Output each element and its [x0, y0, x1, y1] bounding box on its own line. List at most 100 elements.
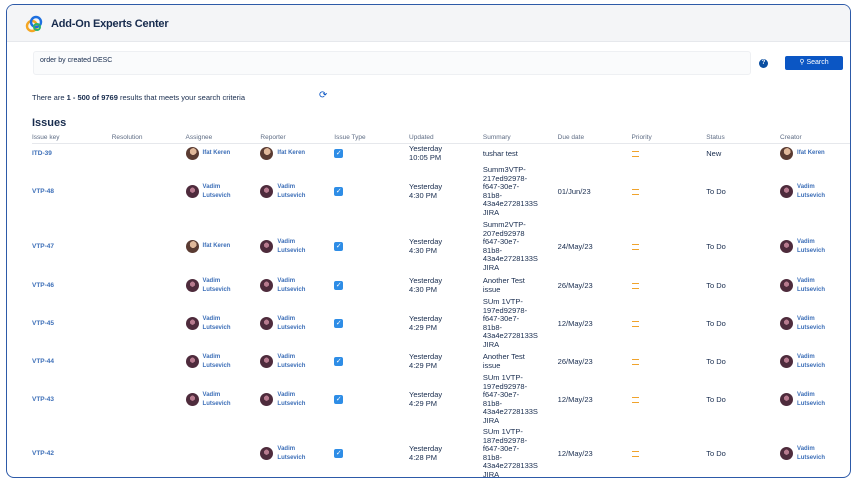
column-header[interactable]: Priority [631, 131, 707, 144]
user-cell: Ifat Keren [185, 220, 261, 274]
table-row[interactable]: VTP-42 Vadim Lutsevich ✓ Yesterday 4:28 PM S… [32, 426, 850, 478]
user[interactable]: Ifat Keren [185, 147, 261, 161]
resolution [112, 426, 186, 478]
table-row[interactable]: VTP-45 Vadim Lutsevich Vadim Lutsevich ✓ Yes… [32, 297, 850, 350]
avatar [185, 393, 199, 406]
issue-key-link[interactable]: VTP-45 [32, 298, 112, 350]
user-name: Vadim Lutsevich [797, 183, 826, 199]
issue-key-link[interactable]: VTP-43 [32, 374, 112, 426]
user-name: Vadim Lutsevich [277, 353, 306, 369]
app-logo-icon [25, 15, 43, 33]
user[interactable]: Vadim Lutsevich [185, 391, 261, 409]
column-header[interactable]: Status [706, 131, 781, 144]
user-name: Vadim Lutsevich [797, 238, 826, 254]
summary: SUm 1VTP- 197ed92978- f647-30e7- 81b8- 4… [482, 373, 538, 425]
user[interactable]: Vadim Lutsevich [185, 277, 261, 295]
updated: Yesterday 4:29 PM [409, 352, 443, 370]
user[interactable]: Ifat Keren [185, 240, 261, 253]
help-icon[interactable]: ? [759, 59, 768, 68]
search-button[interactable]: ⚲ Search [785, 56, 843, 70]
avatar [260, 185, 274, 198]
issue-type: ✓ [334, 144, 409, 164]
user[interactable]: Vadim Lutsevich [260, 238, 334, 256]
column-header[interactable]: Assignee [185, 131, 261, 144]
jql-search-input[interactable]: order by created DESC [33, 51, 751, 75]
resolution [112, 144, 186, 164]
task-type-icon: ✓ [334, 242, 344, 251]
updated: Yesterday 4:30 PM [409, 237, 443, 255]
priority-medium-icon [631, 243, 639, 250]
priority-medium-icon [631, 450, 639, 457]
user-name: Vadim Lutsevich [277, 445, 306, 461]
search-icon: ⚲ [799, 59, 805, 66]
issue-key-link[interactable]: VTP-47 [32, 220, 112, 274]
user[interactable]: Vadim Lutsevich [260, 353, 334, 371]
user-name: Vadim Lutsevich [797, 391, 826, 407]
updated: Yesterday 4:28 PM [409, 444, 443, 462]
user-name: Vadim Lutsevich [277, 315, 306, 331]
user[interactable]: Vadim Lutsevich [260, 183, 334, 201]
issue-type: ✓ [334, 164, 409, 220]
table-row[interactable]: VTP-44 Vadim Lutsevich Vadim Lutsevich ✓ Yes… [32, 350, 850, 374]
issue-type: ✓ [334, 374, 409, 426]
user[interactable]: Vadim Lutsevich [260, 315, 334, 333]
user[interactable]: Vadim Lutsevich [260, 445, 334, 463]
resolution [112, 164, 186, 220]
user-cell: Vadim Lutsevich [260, 374, 334, 426]
column-header[interactable]: Reporter [260, 131, 335, 144]
due-date: 24/May/23 [557, 242, 593, 251]
user[interactable]: Vadim Lutsevich [780, 353, 850, 371]
user[interactable]: Vadim Lutsevich [185, 315, 261, 333]
user-cell: Ifat Keren [260, 144, 334, 164]
task-type-icon: ✓ [334, 357, 344, 366]
user-name: Ifat Keren [202, 150, 231, 157]
user[interactable]: Vadim Lutsevich [780, 315, 850, 333]
task-type-icon: ✓ [334, 319, 344, 328]
refresh-icon[interactable]: ⟳ [319, 91, 329, 101]
column-header[interactable]: Summary [482, 131, 558, 144]
user[interactable]: Vadim Lutsevich [780, 445, 850, 463]
user[interactable]: Ifat Keren [780, 147, 850, 161]
issue-type: ✓ [334, 426, 409, 478]
table-row[interactable]: VTP-43 Vadim Lutsevich Vadim Lutsevich ✓ Yes… [32, 373, 850, 426]
due-date: 12/May/23 [557, 449, 593, 458]
table-row[interactable]: VTP-47 Ifat Keren Vadim Lutsevich ✓ Yesterda… [32, 220, 850, 274]
user[interactable]: Vadim Lutsevich [185, 353, 261, 371]
table-row[interactable]: ITD-39 Ifat Keren Ifat Keren ✓ Yesterday 10:… [32, 144, 850, 164]
user-cell: Vadim Lutsevich [780, 274, 850, 298]
user[interactable]: Vadim Lutsevich [260, 277, 334, 295]
issue-key-link[interactable]: ITD-39 [32, 144, 112, 164]
user[interactable]: Vadim Lutsevich [780, 277, 850, 295]
user[interactable]: Vadim Lutsevich [780, 238, 850, 256]
issue-key-link[interactable]: VTP-44 [32, 350, 112, 374]
table-row[interactable]: VTP-48 Vadim Lutsevich Vadim Lutsevich ✓ Yes… [32, 164, 850, 220]
issue-key-link[interactable]: VTP-46 [32, 274, 112, 298]
column-header[interactable]: Creator [780, 131, 850, 144]
avatar [185, 240, 199, 253]
due-date: 12/May/23 [557, 319, 593, 328]
column-header[interactable]: Issue Type [334, 131, 410, 144]
column-header[interactable]: Due date [557, 131, 632, 144]
user[interactable]: Vadim Lutsevich [185, 183, 261, 201]
user-name: Vadim Lutsevich [202, 315, 231, 331]
issue-key-link[interactable]: VTP-42 [32, 426, 112, 478]
app-header: Add-On Experts Center [7, 5, 850, 42]
table-row[interactable]: VTP-46 Vadim Lutsevich Vadim Lutsevich ✓ Yes… [32, 274, 850, 298]
column-header[interactable]: Resolution [111, 131, 186, 144]
user[interactable]: Vadim Lutsevich [780, 391, 850, 409]
avatar [260, 447, 274, 460]
priority [631, 350, 707, 374]
user[interactable]: Ifat Keren [260, 147, 334, 161]
priority [631, 164, 707, 220]
user-cell: Vadim Lutsevich [260, 274, 334, 298]
resolution [112, 374, 186, 426]
issue-key-link[interactable]: VTP-48 [32, 164, 112, 220]
summary: Another Test issue [482, 352, 525, 370]
user[interactable]: Vadim Lutsevich [780, 183, 850, 201]
issue-type: ✓ [334, 350, 409, 374]
due-date: 26/May/23 [557, 357, 593, 366]
column-header[interactable]: Updated [409, 131, 483, 144]
results-prefix: There are [32, 93, 67, 102]
column-header[interactable]: Issue key [32, 131, 112, 144]
user[interactable]: Vadim Lutsevich [260, 391, 334, 409]
